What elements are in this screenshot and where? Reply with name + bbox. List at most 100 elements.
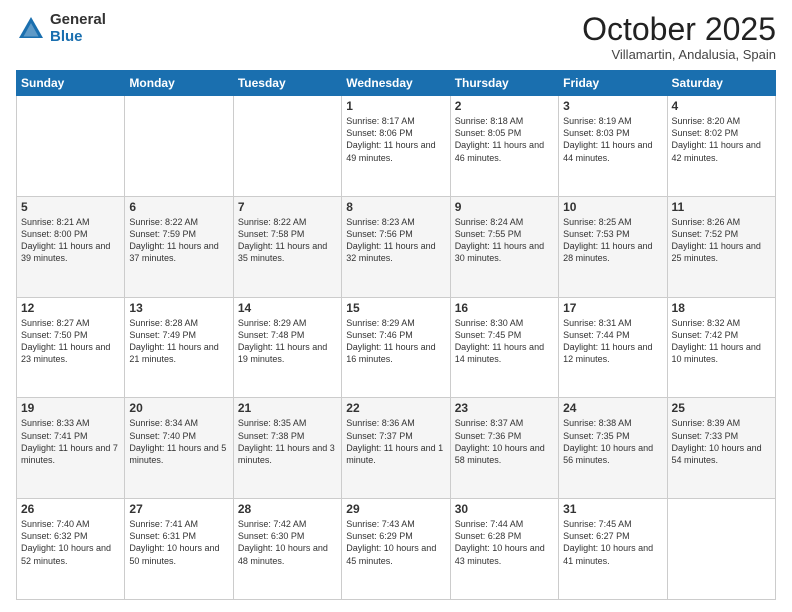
day-number: 27 <box>129 502 228 516</box>
table-row: 10 Sunrise: 8:25 AM Sunset: 7:53 PM Dayli… <box>559 196 667 297</box>
calendar-week-row: 19 Sunrise: 8:33 AM Sunset: 7:41 PM Dayli… <box>17 398 776 499</box>
table-row: 29 Sunrise: 7:43 AM Sunset: 6:29 PM Dayli… <box>342 499 450 600</box>
day-info: Sunrise: 8:19 AM Sunset: 8:03 PM Dayligh… <box>563 115 662 164</box>
day-number: 25 <box>672 401 771 415</box>
day-info: Sunrise: 8:37 AM Sunset: 7:36 PM Dayligh… <box>455 417 554 466</box>
calendar-week-row: 1Sunrise: 8:17 AM Sunset: 8:06 PM Daylig… <box>17 96 776 197</box>
day-info: Sunrise: 7:43 AM Sunset: 6:29 PM Dayligh… <box>346 518 445 567</box>
day-number: 8 <box>346 200 445 214</box>
table-row: 15 Sunrise: 8:29 AM Sunset: 7:46 PM Dayli… <box>342 297 450 398</box>
title-block: October 2025 Villamartin, Andalusia, Spa… <box>582 12 776 62</box>
table-row: 20 Sunrise: 8:34 AM Sunset: 7:40 PM Dayli… <box>125 398 233 499</box>
day-info: Sunrise: 8:27 AM Sunset: 7:50 PM Dayligh… <box>21 317 120 366</box>
day-number: 7 <box>238 200 337 214</box>
day-info: Sunrise: 7:45 AM Sunset: 6:27 PM Dayligh… <box>563 518 662 567</box>
table-row: 6 Sunrise: 8:22 AM Sunset: 7:59 PM Daylig… <box>125 196 233 297</box>
day-number: 17 <box>563 301 662 315</box>
day-info: Sunrise: 8:22 AM Sunset: 7:58 PM Dayligh… <box>238 216 337 265</box>
table-row: 9 Sunrise: 8:24 AM Sunset: 7:55 PM Daylig… <box>450 196 558 297</box>
table-row: 28Sunrise: 7:42 AM Sunset: 6:30 PM Dayli… <box>233 499 341 600</box>
table-row: 11Sunrise: 8:26 AM Sunset: 7:52 PM Dayli… <box>667 196 775 297</box>
day-info: Sunrise: 7:41 AM Sunset: 6:31 PM Dayligh… <box>129 518 228 567</box>
day-info: Sunrise: 8:22 AM Sunset: 7:59 PM Dayligh… <box>129 216 228 265</box>
day-info: Sunrise: 8:30 AM Sunset: 7:45 PM Dayligh… <box>455 317 554 366</box>
day-info: Sunrise: 8:29 AM Sunset: 7:46 PM Dayligh… <box>346 317 445 366</box>
day-info: Sunrise: 8:24 AM Sunset: 7:55 PM Dayligh… <box>455 216 554 265</box>
logo: General Blue <box>16 12 106 45</box>
day-info: Sunrise: 8:31 AM Sunset: 7:44 PM Dayligh… <box>563 317 662 366</box>
day-number: 19 <box>21 401 120 415</box>
day-number: 21 <box>238 401 337 415</box>
table-row: 3 Sunrise: 8:19 AM Sunset: 8:03 PM Daylig… <box>559 96 667 197</box>
day-info: Sunrise: 8:28 AM Sunset: 7:49 PM Dayligh… <box>129 317 228 366</box>
table-row: 8 Sunrise: 8:23 AM Sunset: 7:56 PM Daylig… <box>342 196 450 297</box>
table-row: 25 Sunrise: 8:39 AM Sunset: 7:33 PM Dayli… <box>667 398 775 499</box>
day-info: Sunrise: 8:39 AM Sunset: 7:33 PM Dayligh… <box>672 417 771 466</box>
table-row: 1Sunrise: 8:17 AM Sunset: 8:06 PM Daylig… <box>342 96 450 197</box>
table-row <box>667 499 775 600</box>
day-info: Sunrise: 8:21 AM Sunset: 8:00 PM Dayligh… <box>21 216 120 265</box>
day-number: 16 <box>455 301 554 315</box>
day-info: Sunrise: 8:25 AM Sunset: 7:53 PM Dayligh… <box>563 216 662 265</box>
header-monday: Monday <box>125 71 233 96</box>
day-info: Sunrise: 8:36 AM Sunset: 7:37 PM Dayligh… <box>346 417 445 466</box>
table-row: 26 Sunrise: 7:40 AM Sunset: 6:32 PM Dayli… <box>17 499 125 600</box>
day-number: 3 <box>563 99 662 113</box>
day-info: Sunrise: 8:23 AM Sunset: 7:56 PM Dayligh… <box>346 216 445 265</box>
day-number: 9 <box>455 200 554 214</box>
day-info: Sunrise: 8:17 AM Sunset: 8:06 PM Dayligh… <box>346 115 445 164</box>
day-number: 20 <box>129 401 228 415</box>
day-info: Sunrise: 8:35 AM Sunset: 7:38 PM Dayligh… <box>238 417 337 466</box>
table-row: 30Sunrise: 7:44 AM Sunset: 6:28 PM Dayli… <box>450 499 558 600</box>
table-row: 27 Sunrise: 7:41 AM Sunset: 6:31 PM Dayli… <box>125 499 233 600</box>
logo-blue-text: Blue <box>50 29 106 46</box>
day-info: Sunrise: 8:26 AM Sunset: 7:52 PM Dayligh… <box>672 216 771 265</box>
calendar-week-row: 5 Sunrise: 8:21 AM Sunset: 8:00 PM Daylig… <box>17 196 776 297</box>
day-number: 22 <box>346 401 445 415</box>
day-number: 6 <box>129 200 228 214</box>
logo-general-text: General <box>50 12 106 29</box>
day-info: Sunrise: 7:40 AM Sunset: 6:32 PM Dayligh… <box>21 518 120 567</box>
day-number: 24 <box>563 401 662 415</box>
table-row: 23 Sunrise: 8:37 AM Sunset: 7:36 PM Dayli… <box>450 398 558 499</box>
header-thursday: Thursday <box>450 71 558 96</box>
day-number: 26 <box>21 502 120 516</box>
logo-icon <box>16 14 46 44</box>
day-number: 29 <box>346 502 445 516</box>
table-row: 4 Sunrise: 8:20 AM Sunset: 8:02 PM Daylig… <box>667 96 775 197</box>
table-row: 12 Sunrise: 8:27 AM Sunset: 7:50 PM Dayli… <box>17 297 125 398</box>
day-number: 10 <box>563 200 662 214</box>
day-number: 14 <box>238 301 337 315</box>
logo-text: General Blue <box>50 12 106 45</box>
day-info: Sunrise: 7:42 AM Sunset: 6:30 PM Dayligh… <box>238 518 337 567</box>
page: General Blue October 2025 Villamartin, A… <box>0 0 792 612</box>
day-number: 30 <box>455 502 554 516</box>
day-number: 4 <box>672 99 771 113</box>
table-row: 22 Sunrise: 8:36 AM Sunset: 7:37 PM Dayli… <box>342 398 450 499</box>
day-number: 15 <box>346 301 445 315</box>
day-number: 5 <box>21 200 120 214</box>
table-row: 19 Sunrise: 8:33 AM Sunset: 7:41 PM Dayli… <box>17 398 125 499</box>
day-info: Sunrise: 8:38 AM Sunset: 7:35 PM Dayligh… <box>563 417 662 466</box>
table-row <box>125 96 233 197</box>
table-row <box>233 96 341 197</box>
header-tuesday: Tuesday <box>233 71 341 96</box>
day-number: 18 <box>672 301 771 315</box>
table-row: 7 Sunrise: 8:22 AM Sunset: 7:58 PM Daylig… <box>233 196 341 297</box>
table-row: 16 Sunrise: 8:30 AM Sunset: 7:45 PM Dayli… <box>450 297 558 398</box>
header-sunday: Sunday <box>17 71 125 96</box>
table-row: 5 Sunrise: 8:21 AM Sunset: 8:00 PM Daylig… <box>17 196 125 297</box>
table-row: 21 Sunrise: 8:35 AM Sunset: 7:38 PM Dayli… <box>233 398 341 499</box>
table-row: 31Sunrise: 7:45 AM Sunset: 6:27 PM Dayli… <box>559 499 667 600</box>
header-friday: Friday <box>559 71 667 96</box>
day-info: Sunrise: 8:34 AM Sunset: 7:40 PM Dayligh… <box>129 417 228 466</box>
day-info: Sunrise: 8:20 AM Sunset: 8:02 PM Dayligh… <box>672 115 771 164</box>
day-number: 23 <box>455 401 554 415</box>
calendar-week-row: 26 Sunrise: 7:40 AM Sunset: 6:32 PM Dayli… <box>17 499 776 600</box>
header-saturday: Saturday <box>667 71 775 96</box>
table-row: 17 Sunrise: 8:31 AM Sunset: 7:44 PM Dayli… <box>559 297 667 398</box>
day-number: 12 <box>21 301 120 315</box>
table-row: 14Sunrise: 8:29 AM Sunset: 7:48 PM Dayli… <box>233 297 341 398</box>
day-info: Sunrise: 8:33 AM Sunset: 7:41 PM Dayligh… <box>21 417 120 466</box>
calendar-week-row: 12 Sunrise: 8:27 AM Sunset: 7:50 PM Dayli… <box>17 297 776 398</box>
